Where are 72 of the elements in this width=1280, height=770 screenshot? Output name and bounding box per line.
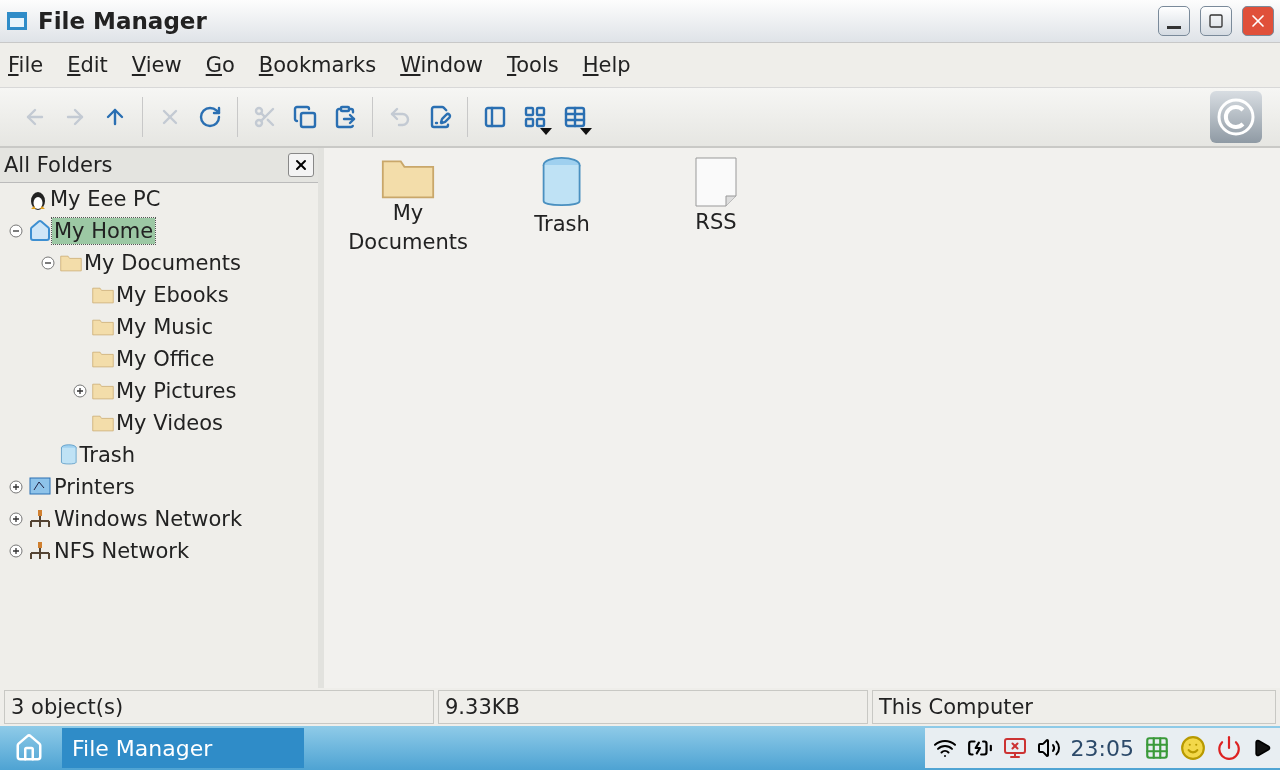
- grid-icon[interactable]: [1144, 735, 1170, 761]
- sidebar-icon: [483, 105, 507, 129]
- menu-item[interactable]: Edit: [67, 53, 108, 77]
- menu-item[interactable]: Window: [400, 53, 483, 77]
- printer-icon: [28, 476, 52, 498]
- menu-item[interactable]: Help: [582, 53, 631, 77]
- location-label: This Computer: [872, 690, 1276, 724]
- tree-item[interactable]: My Documents: [82, 250, 243, 276]
- expand-icon[interactable]: [9, 544, 23, 558]
- menu-item[interactable]: Bookmarks: [258, 53, 377, 77]
- tree-item[interactable]: My Eee PC: [48, 186, 163, 212]
- tree-item[interactable]: My Office: [114, 346, 217, 372]
- collapse-icon[interactable]: [9, 224, 23, 238]
- trash-can-icon: [60, 444, 78, 466]
- folder-icon: [92, 350, 114, 368]
- tree-item[interactable]: NFS Network: [52, 538, 192, 564]
- document-icon: [692, 156, 740, 208]
- clock: 23:05: [1070, 735, 1134, 761]
- expand-icon[interactable]: [9, 480, 23, 494]
- file-name[interactable]: RSS: [695, 208, 737, 237]
- pane-title: All Folders: [4, 153, 113, 177]
- close-icon: [293, 157, 309, 173]
- tree-item[interactable]: Printers: [52, 474, 137, 500]
- maximize-button[interactable]: [1200, 6, 1232, 36]
- undo-icon: [388, 105, 412, 129]
- collapse-icon[interactable]: [41, 256, 55, 270]
- refresh-icon: [198, 105, 222, 129]
- minimize-icon: [1167, 25, 1181, 29]
- menu-item[interactable]: Go: [205, 53, 235, 77]
- object-count: 3 object(s): [4, 690, 434, 724]
- tree-item[interactable]: Windows Network: [52, 506, 245, 532]
- window-title: File Manager: [38, 8, 208, 34]
- folder-icon: [92, 318, 114, 336]
- window-icon: [6, 10, 28, 32]
- close-button[interactable]: [1242, 6, 1274, 36]
- close-pane-button[interactable]: [288, 153, 314, 177]
- menu-item[interactable]: View: [131, 53, 182, 77]
- menu-item[interactable]: Tools: [507, 53, 559, 77]
- maximize-icon: [1208, 13, 1224, 29]
- tree-item[interactable]: My Ebooks: [114, 282, 231, 308]
- power-icon[interactable]: [1216, 735, 1242, 761]
- menu-item[interactable]: File: [8, 53, 44, 77]
- tree-item[interactable]: My Music: [114, 314, 215, 340]
- tree-item[interactable]: My Home: [52, 218, 156, 244]
- network-status-icon[interactable]: [1002, 736, 1027, 760]
- scissors-icon: [253, 105, 277, 129]
- grid-icon: [523, 105, 547, 129]
- volume-icon[interactable]: [1036, 736, 1061, 760]
- file-name[interactable]: My Documents: [336, 199, 480, 258]
- taskbar-button[interactable]: File Manager: [62, 728, 304, 768]
- house-icon: [28, 219, 52, 243]
- edit-document-icon: [428, 105, 452, 129]
- folder-icon: [92, 286, 114, 304]
- copy-icon: [293, 105, 317, 129]
- tree-item[interactable]: Trash: [77, 442, 138, 468]
- total-size: 9.33KB: [438, 690, 868, 724]
- play-icon[interactable]: [1252, 738, 1272, 758]
- table-icon: [563, 105, 587, 129]
- expand-icon[interactable]: [73, 384, 87, 398]
- ring-icon: [1216, 97, 1256, 137]
- tree-item[interactable]: My Videos: [114, 410, 225, 436]
- folder-icon: [92, 414, 114, 432]
- expand-icon[interactable]: [9, 512, 23, 526]
- clipboard-icon: [333, 105, 357, 129]
- file-name[interactable]: Trash: [534, 210, 590, 239]
- network-icon: [28, 540, 52, 562]
- home-icon[interactable]: [14, 733, 44, 763]
- folder-icon: [92, 382, 114, 400]
- folder-icon: [60, 254, 82, 272]
- network-icon: [28, 508, 52, 530]
- tree-item[interactable]: My Pictures: [114, 378, 239, 404]
- minimize-button[interactable]: [1158, 6, 1190, 36]
